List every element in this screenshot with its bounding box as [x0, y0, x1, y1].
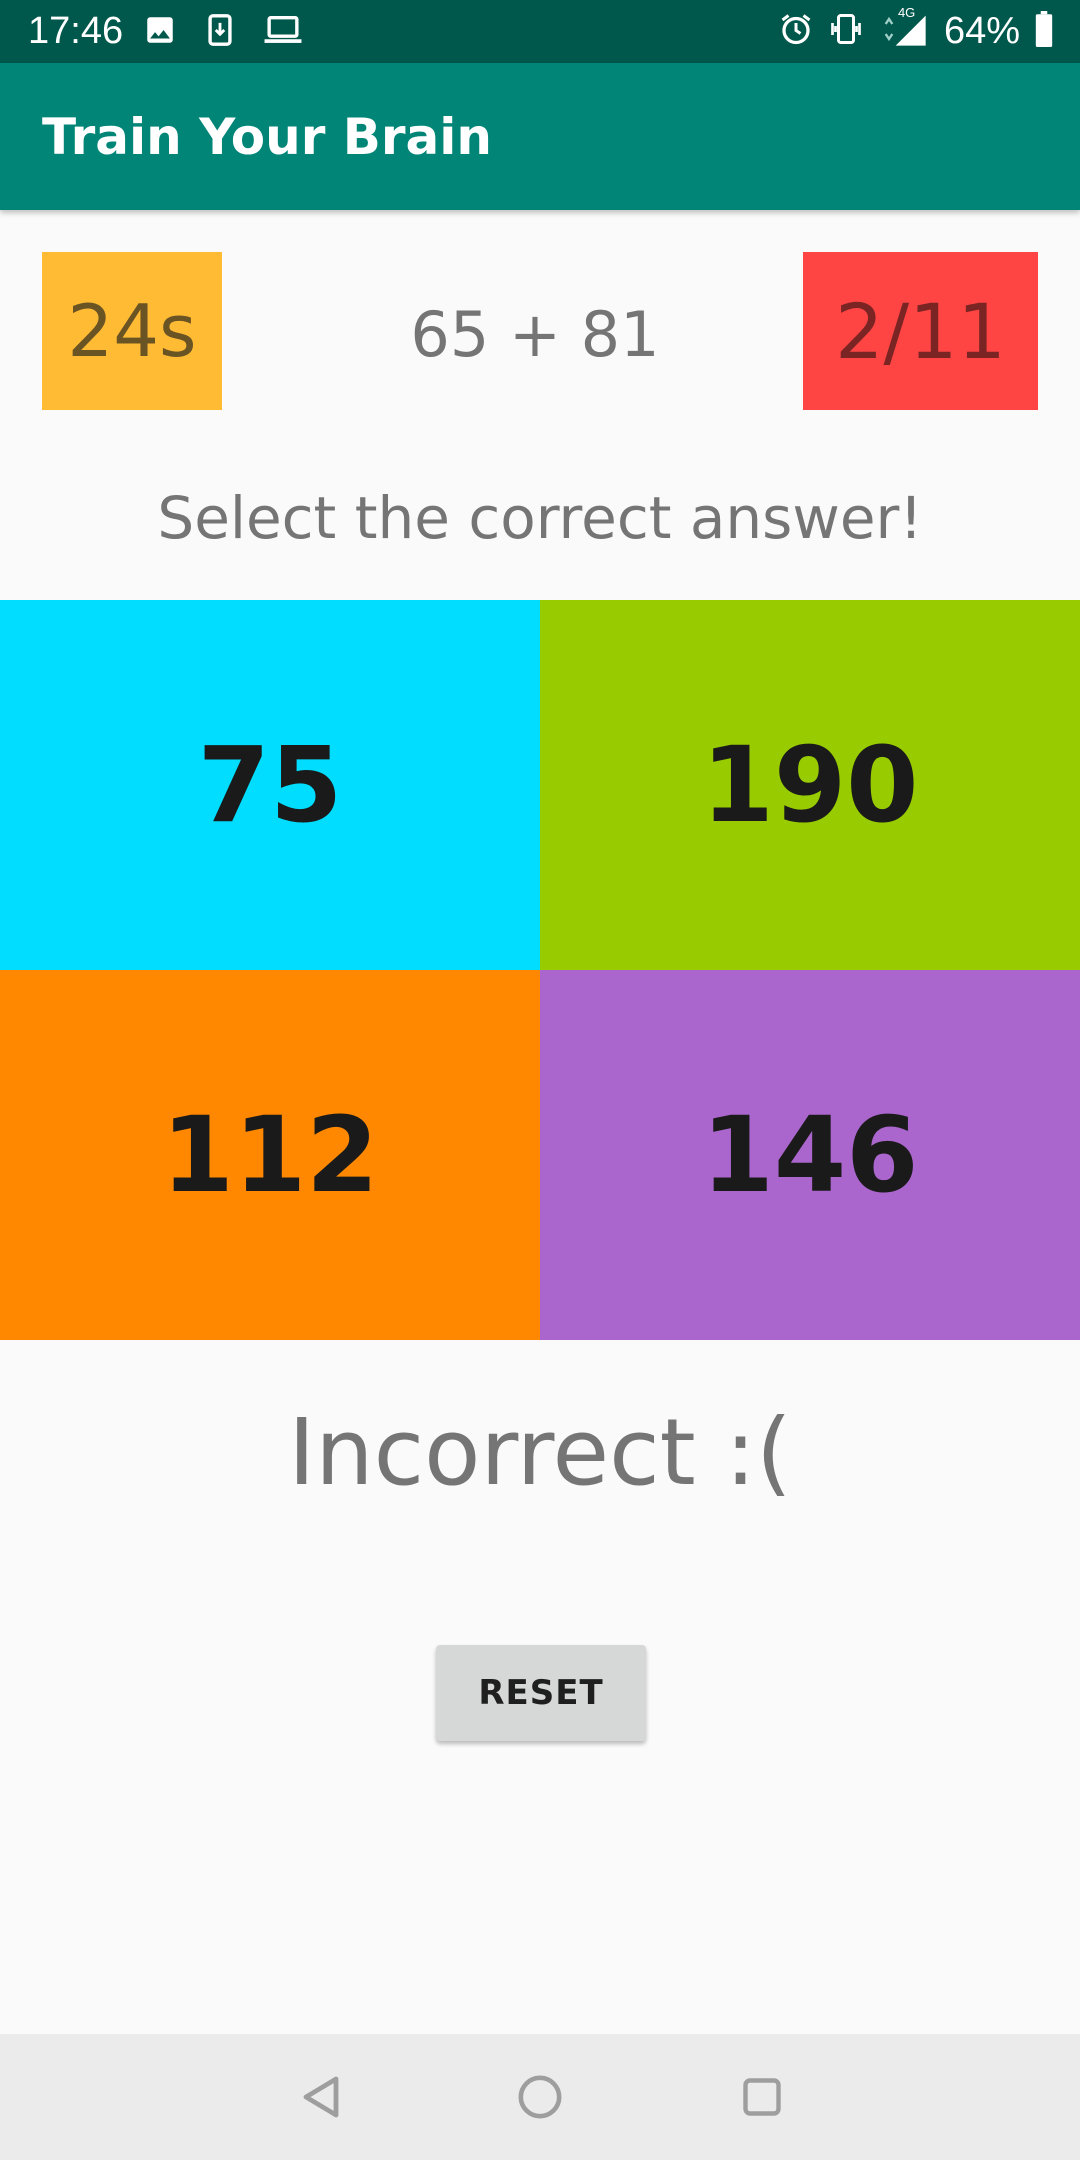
recents-icon[interactable]	[732, 2067, 792, 2127]
vibrate-icon	[828, 11, 864, 51]
answer-value: 112	[161, 1094, 379, 1216]
status-bar: 17:46 4G 64%	[0, 0, 1080, 63]
timer-text: 24s	[67, 289, 197, 373]
download-icon	[205, 13, 235, 51]
app-bar: Train Your Brain	[0, 63, 1080, 210]
answer-value: 146	[701, 1094, 919, 1216]
answer-button-4[interactable]: 146	[540, 970, 1080, 1340]
status-left-icons	[143, 13, 303, 51]
answer-button-2[interactable]: 190	[540, 600, 1080, 970]
question-text: 65 + 81	[410, 298, 660, 371]
status-time: 17:46	[28, 10, 124, 52]
status-right: 4G 64%	[778, 5, 1054, 54]
score-box: 2/11	[803, 252, 1038, 410]
laptop-icon	[263, 14, 303, 50]
signal-icon: 4G	[878, 5, 930, 53]
network-type: 4G	[897, 5, 916, 20]
instruction-text: Select the correct answer!	[157, 484, 923, 552]
answer-grid: 75 190 112 146	[0, 600, 1080, 1340]
image-icon	[143, 13, 177, 51]
result-text: Incorrect :(	[288, 1399, 792, 1506]
home-icon[interactable]	[510, 2067, 570, 2127]
answer-value: 190	[701, 724, 919, 846]
answer-button-1[interactable]: 75	[0, 600, 540, 970]
answer-value: 75	[197, 724, 343, 846]
back-icon[interactable]	[290, 2067, 350, 2127]
app-title: Train Your Brain	[42, 108, 493, 166]
score-text: 2/11	[835, 286, 1006, 376]
alarm-icon	[778, 11, 814, 51]
battery-icon	[1034, 11, 1054, 51]
nav-bar	[0, 2034, 1080, 2160]
timer-box: 24s	[42, 252, 222, 410]
reset-button[interactable]: RESET	[436, 1645, 646, 1741]
screen: 17:46 4G 64% Train Your Brain 24s 65 + 8…	[0, 0, 1080, 2160]
answer-button-3[interactable]: 112	[0, 970, 540, 1340]
battery-percent: 64%	[943, 10, 1020, 52]
